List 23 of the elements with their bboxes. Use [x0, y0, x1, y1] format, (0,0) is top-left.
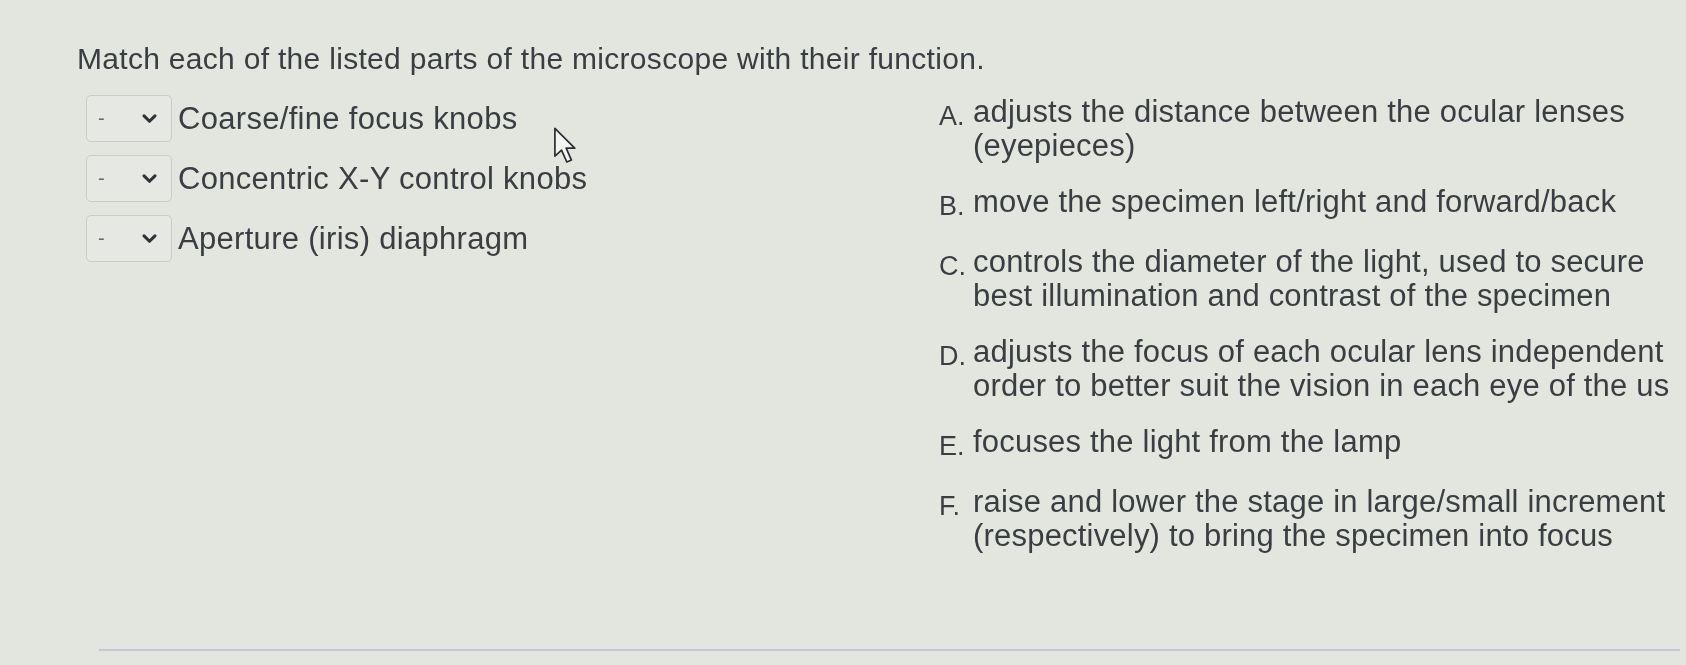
function-text: adjusts the focus of each ocular lens independent order to better suit the vision in each eye of the us	[973, 335, 1670, 403]
function-text: focuses the light from the lamp	[973, 425, 1402, 459]
function-text: controls the diameter of the light, used to secure best illumination and contrast of the specimen	[973, 245, 1645, 313]
match-dropdown[interactable]: -	[86, 95, 172, 142]
match-dropdown[interactable]: -	[86, 215, 172, 262]
function-text: adjusts the distance between the ocular lenses (eyepieces)	[973, 95, 1625, 163]
option-letter: E.	[939, 430, 966, 463]
option-letter: D.	[939, 340, 967, 373]
chevron-down-icon	[142, 233, 157, 244]
part-label: Aperture (iris) diaphragm	[178, 221, 529, 256]
question-prompt: Match each of the listed parts of the microscope with their function.	[77, 41, 985, 77]
part-label: Concentric X-Y control knobs	[178, 161, 588, 196]
match-dropdown[interactable]: -	[86, 155, 172, 202]
function-text: raise and lower the stage in large/small increment (respectively) to bring the specimen into focus	[973, 485, 1666, 553]
chevron-down-icon	[142, 173, 157, 184]
function-text: move the specimen left/right and forward/back	[973, 185, 1617, 219]
mouse-pointer-icon	[553, 127, 578, 164]
option-letter: F.	[939, 490, 961, 523]
option-letter: B.	[939, 190, 966, 223]
part-label: Coarse/fine focus knobs	[178, 101, 518, 136]
chevron-down-icon	[142, 113, 157, 124]
option-letter: C.	[939, 250, 967, 283]
option-letter: A.	[939, 100, 966, 133]
